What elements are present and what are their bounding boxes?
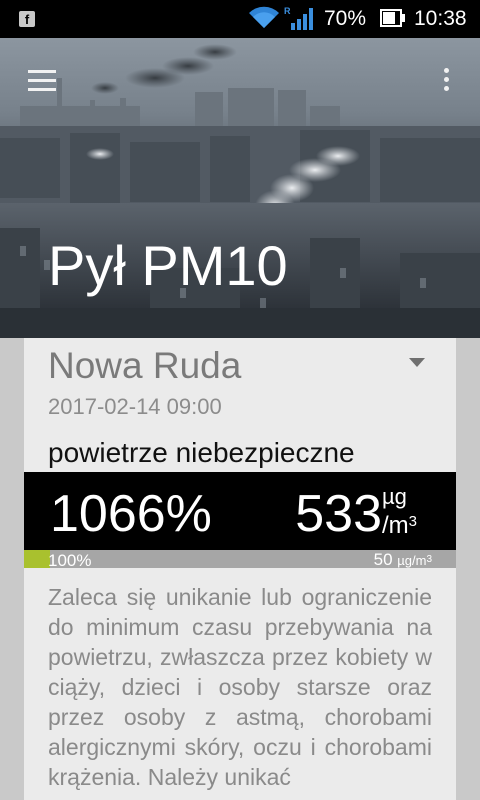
- measurement-date: 2017-02-14 09:00: [48, 394, 222, 419]
- norm-limit: 50 µg/m3: [373, 550, 432, 568]
- reading-bar: 1066% 533 µg /m3: [24, 472, 456, 550]
- norm-percent: 1066%: [50, 485, 212, 543]
- more-vertical-icon[interactable]: [436, 66, 456, 94]
- battery-icon: [380, 9, 405, 27]
- unit-volume: /m3: [382, 512, 418, 539]
- air-quality-label: powietrze niebezpieczne: [48, 437, 355, 468]
- measurement-card: Nowa Ruda 2017-02-14 09:00 powietrze nie…: [24, 338, 456, 800]
- facebook-notification-icon: f: [19, 11, 35, 27]
- hamburger-menu-icon[interactable]: [28, 68, 58, 92]
- roaming-indicator: R: [284, 6, 291, 16]
- wifi-icon: [249, 6, 279, 29]
- norm-scale-fill: [24, 550, 50, 568]
- concentration-value: 533: [295, 485, 382, 543]
- status-bar: f R 70% 10:38: [0, 0, 480, 38]
- hero-header: Pył PM10: [0, 38, 480, 338]
- concentration-unit: µg /m3: [382, 484, 432, 544]
- norm-scale-bar: 100% 50 µg/m3: [24, 550, 456, 568]
- norm-scale-label: 100%: [48, 551, 92, 568]
- health-advice: Zaleca się unikanie lub ograniczenie do …: [48, 584, 432, 790]
- clock: 10:38: [414, 7, 467, 30]
- cellular-signal-icon: R: [284, 6, 313, 30]
- station-name[interactable]: Nowa Ruda: [48, 344, 241, 388]
- battery-percent: 70%: [324, 7, 367, 30]
- page-title: Pył PM10: [48, 234, 288, 297]
- chevron-down-icon[interactable]: [408, 356, 426, 368]
- unit-mass: µg: [382, 484, 407, 509]
